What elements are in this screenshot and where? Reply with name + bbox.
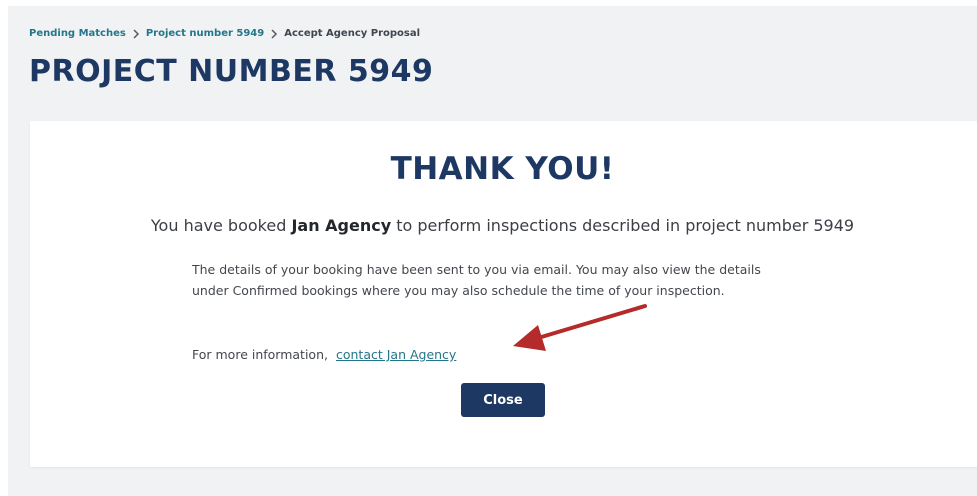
confirmation-card: THANK YOU! You have booked Jan Agency to… [30, 121, 977, 467]
chevron-right-icon [132, 28, 140, 39]
booking-details-text: The details of your booking have been se… [192, 262, 761, 298]
page-background: Pending Matches Project number 5949 Acce… [8, 6, 977, 496]
breadcrumb: Pending Matches Project number 5949 Acce… [29, 28, 420, 39]
more-info-prefix: For more information, [192, 347, 328, 362]
more-info-line: For more information, contact Jan Agency [192, 347, 456, 362]
breadcrumb-current: Accept Agency Proposal [284, 28, 421, 39]
booking-summary-prefix: You have booked [150, 216, 287, 235]
agency-name: Jan Agency [291, 216, 392, 235]
page-title: PROJECT NUMBER 5949 [29, 54, 434, 89]
breadcrumb-pending-matches[interactable]: Pending Matches [29, 28, 126, 39]
booking-summary: You have booked Jan Agency to perform in… [30, 216, 975, 235]
contact-agency-link[interactable]: contact Jan Agency [336, 347, 456, 362]
thank-you-heading: THANK YOU! [390, 151, 615, 187]
close-button[interactable]: Close [461, 383, 545, 417]
breadcrumb-project-number[interactable]: Project number 5949 [146, 28, 264, 39]
chevron-right-icon [270, 28, 278, 39]
booking-summary-suffix: to perform inspections described in proj… [396, 216, 855, 235]
